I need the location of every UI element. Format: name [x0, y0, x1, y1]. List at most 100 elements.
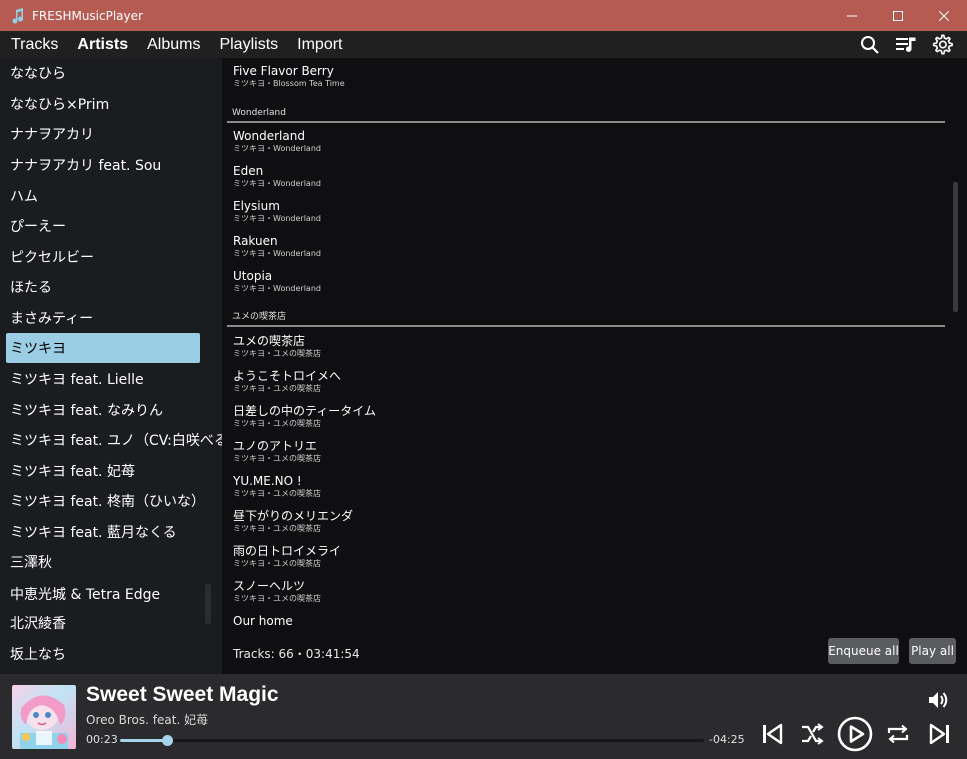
artist-item[interactable]: ななひら	[6, 58, 200, 88]
track-subtitle: ミツキヨ・Wonderland	[233, 284, 321, 293]
progress-fill	[120, 739, 167, 742]
track-title: Elysium	[233, 199, 280, 213]
minimize-button[interactable]	[829, 0, 875, 31]
track-item[interactable]: YU.ME.NO ! ミツキヨ・ユメの喫茶店	[233, 474, 321, 499]
track-list-scrollbar[interactable]	[953, 182, 958, 312]
tab-playlists[interactable]: Playlists	[219, 36, 278, 54]
track-title: Wonderland	[233, 129, 305, 143]
track-item[interactable]: ようこそトロイメへ ミツキヨ・ユメの喫茶店	[233, 369, 341, 394]
artist-item[interactable]: ピクセルビー	[6, 242, 200, 272]
tab-albums[interactable]: Albums	[147, 36, 200, 54]
track-subtitle: ミツキヨ・ユメの喫茶店	[233, 489, 321, 498]
album-group-label: Wonderland	[232, 108, 286, 118]
artist-item[interactable]: 北沢綾香	[6, 608, 200, 638]
shuffle-icon[interactable]	[798, 720, 826, 748]
track-title: 昼下がりのメリエンダ	[233, 509, 354, 523]
album-group-label: ユメの喫茶店	[232, 312, 287, 322]
music-note-icon	[10, 7, 26, 24]
artist-item[interactable]: ハム	[6, 181, 200, 211]
artist-item[interactable]: ミツキヨ feat. なみりん	[6, 395, 200, 425]
artist-item[interactable]: ミツキヨ feat. 妃苺	[6, 456, 200, 486]
track-title: YU.ME.NO !	[233, 474, 302, 488]
track-title: 雨の日トロイメライ	[233, 544, 342, 558]
artist-item[interactable]: ナナヲアカリ feat. Sou	[6, 150, 200, 180]
track-title: ユメの喫茶店	[233, 334, 306, 348]
track-subtitle: ミツキヨ・ユメの喫茶店	[233, 559, 321, 568]
search-icon[interactable]	[859, 34, 881, 56]
progress-bar[interactable]	[120, 735, 704, 746]
artist-item[interactable]: ミツキヨ feat. ユノ（CV:白咲べる）	[6, 425, 222, 455]
artist-item[interactable]: ミツキヨ feat. Lielle	[6, 364, 200, 394]
track-subtitle: ミツキヨ・ユメの喫茶店	[233, 524, 321, 533]
title-bar: FRESHMusicPlayer	[0, 0, 967, 31]
track-item[interactable]: 昼下がりのメリエンダ ミツキヨ・ユメの喫茶店	[233, 509, 353, 534]
track-item[interactable]: 雨の日トロイメライ ミツキヨ・ユメの喫茶店	[233, 544, 341, 569]
track-title: Five Flavor Berry	[233, 64, 334, 78]
track-title: Utopia	[233, 269, 273, 283]
album-group-header: ユメの喫茶店	[227, 311, 945, 327]
sidebar-scrollbar[interactable]	[205, 584, 211, 624]
time-elapsed: 00:23	[86, 733, 118, 746]
previous-icon[interactable]	[758, 720, 786, 748]
track-subtitle: ミツキヨ・Wonderland	[233, 144, 321, 153]
artist-item[interactable]: ナナヲアカリ	[6, 119, 200, 149]
track-subtitle: ミツキヨ・Wonderland	[233, 179, 321, 188]
track-title: Our home	[233, 614, 293, 628]
play-all-button[interactable]: Play all	[909, 638, 956, 664]
track-item[interactable]: ユメの喫茶店 ミツキヨ・ユメの喫茶店	[233, 334, 321, 359]
maximize-button[interactable]	[875, 0, 921, 31]
track-item[interactable]: ユノのアトリエ ミツキヨ・ユメの喫茶店	[233, 439, 321, 464]
artist-item[interactable]: ぴーえー	[6, 211, 200, 241]
artist-item[interactable]: 三澤秋	[6, 547, 200, 577]
play-icon[interactable]	[836, 715, 874, 753]
track-item[interactable]: Utopia ミツキヨ・Wonderland	[233, 269, 321, 294]
settings-icon[interactable]	[931, 34, 953, 56]
repeat-icon[interactable]	[884, 720, 912, 748]
enqueue-all-button[interactable]: Enqueue all	[828, 638, 899, 664]
track-subtitle: ミツキヨ・Blossom Tea Time	[233, 79, 345, 88]
tab-import[interactable]: Import	[297, 36, 342, 54]
artist-item[interactable]: 坂上なち	[6, 639, 200, 669]
track-item[interactable]: Our home	[233, 614, 293, 628]
track-subtitle: ミツキヨ・Wonderland	[233, 214, 321, 223]
track-title: ようこそトロイメへ	[233, 369, 342, 383]
track-item[interactable]: スノーヘルツ ミツキヨ・ユメの喫茶店	[233, 579, 321, 604]
artist-item[interactable]: まさみティー	[6, 303, 200, 333]
track-subtitle: ミツキヨ・ユメの喫茶店	[233, 384, 321, 393]
volume-icon[interactable]	[926, 688, 952, 712]
artist-item[interactable]: 中恵光城 & Tetra Edge	[6, 579, 200, 609]
track-item[interactable]: Wonderland ミツキヨ・Wonderland	[233, 129, 321, 154]
next-icon[interactable]	[926, 720, 954, 748]
track-subtitle: ミツキヨ・ユメの喫茶店	[233, 454, 321, 463]
divider	[227, 325, 945, 327]
track-item[interactable]: Elysium ミツキヨ・Wonderland	[233, 199, 321, 224]
song-title: Sweet Sweet Magic	[86, 683, 279, 706]
tab-artists[interactable]: Artists	[77, 36, 128, 54]
artist-item-selected[interactable]: ミツキヨ	[6, 333, 200, 363]
track-stats: Tracks: 66・03:41:54	[233, 647, 360, 661]
track-title: 日差しの中のティータイム	[233, 404, 377, 418]
close-button[interactable]	[921, 0, 967, 31]
track-list-panel: Five Flavor Berry ミツキヨ・Blossom Tea Time …	[222, 58, 967, 674]
player-bar: Sweet Sweet Magic Oreo Bros. feat. 妃苺 00…	[0, 674, 967, 759]
track-subtitle: ミツキヨ・ユメの喫茶店	[233, 349, 321, 358]
track-title: スノーヘルツ	[233, 579, 306, 593]
tab-tracks[interactable]: Tracks	[11, 36, 58, 54]
artist-item[interactable]: ほたる	[6, 272, 200, 302]
track-item[interactable]: 日差しの中のティータイム ミツキヨ・ユメの喫茶店	[233, 404, 376, 429]
album-cover	[12, 685, 76, 749]
track-item[interactable]: Eden ミツキヨ・Wonderland	[233, 164, 321, 189]
track-item[interactable]: Rakuen ミツキヨ・Wonderland	[233, 234, 321, 259]
artist-item[interactable]: ななひら×Prim	[6, 89, 200, 119]
queue-icon[interactable]	[895, 34, 917, 56]
track-subtitle: ミツキヨ・ユメの喫茶店	[233, 594, 321, 603]
time-remaining: -04:25	[709, 733, 745, 746]
progress-knob[interactable]	[162, 735, 173, 746]
nav-bar: Tracks Artists Albums Playlists Import	[0, 31, 967, 58]
artist-list: ななひら ななひら×Prim ナナヲアカリ ナナヲアカリ feat. Sou ハ…	[0, 58, 222, 674]
album-group-header: Wonderland	[227, 107, 945, 123]
track-subtitle: ミツキヨ・ユメの喫茶店	[233, 419, 321, 428]
track-item[interactable]: Five Flavor Berry ミツキヨ・Blossom Tea Time	[233, 64, 345, 89]
artist-item[interactable]: ミツキヨ feat. 柊南（ひいな）	[6, 486, 205, 516]
artist-item[interactable]: ミツキヨ feat. 藍月なくる	[6, 517, 200, 547]
